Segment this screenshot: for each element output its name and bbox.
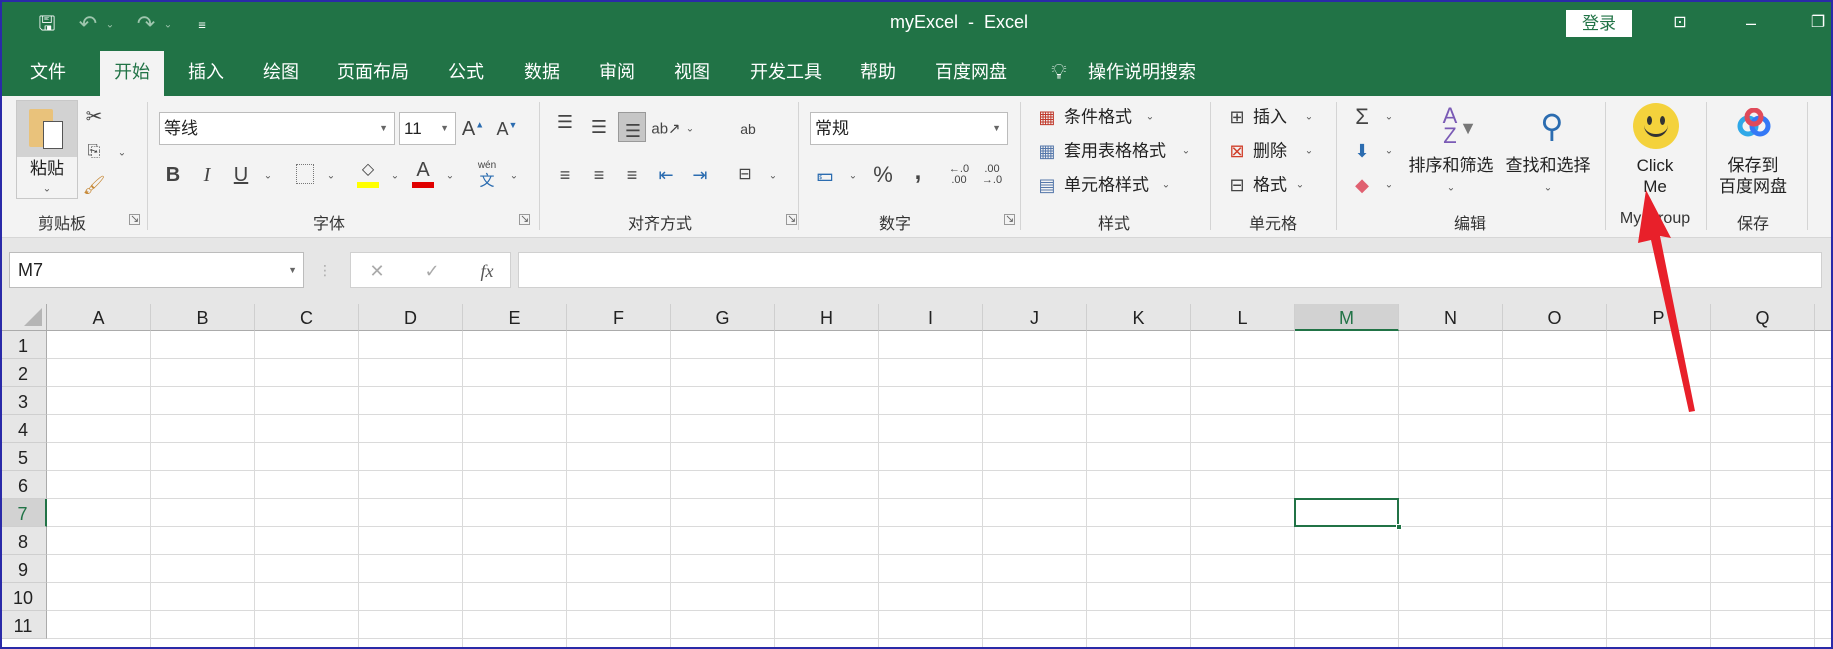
annotation-arrow-shape <box>1638 190 1695 412</box>
annotation-arrow <box>1638 190 1695 412</box>
